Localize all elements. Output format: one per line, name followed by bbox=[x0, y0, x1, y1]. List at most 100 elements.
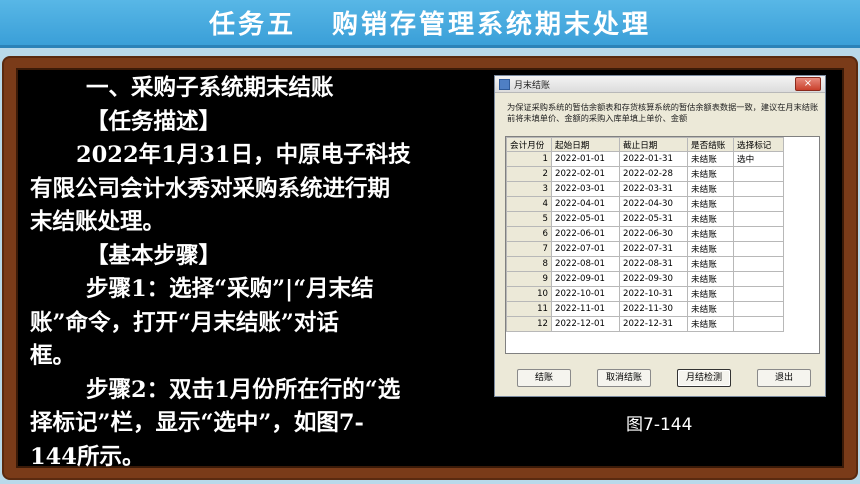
table-row[interactable]: 8 2022-08-01 2022-08-31 未结账 bbox=[506, 256, 784, 272]
cell-start-date[interactable]: 2022-03-01 bbox=[551, 181, 620, 197]
cell-month[interactable]: 6 bbox=[506, 226, 552, 242]
cell-select-mark[interactable]: 选中 bbox=[733, 151, 784, 167]
lesson-line: 账”命令，打开“月末结账”对话 bbox=[30, 309, 339, 336]
cell-select-mark[interactable] bbox=[733, 316, 784, 332]
table-row[interactable]: 2 2022-02-01 2022-02-28 未结账 bbox=[506, 166, 784, 182]
cell-closed-status[interactable]: 未结账 bbox=[687, 166, 734, 182]
table-row[interactable]: 1 2022-01-01 2022-01-31 未结账 选中 bbox=[506, 151, 784, 167]
cell-month[interactable]: 7 bbox=[506, 241, 552, 257]
cell-select-mark[interactable] bbox=[733, 211, 784, 227]
cell-select-mark[interactable] bbox=[733, 166, 784, 182]
cell-start-date[interactable]: 2022-02-01 bbox=[551, 166, 620, 182]
cell-start-date[interactable]: 2022-05-01 bbox=[551, 211, 620, 227]
cell-closed-status[interactable]: 未结账 bbox=[687, 256, 734, 272]
cell-select-mark[interactable] bbox=[733, 181, 784, 197]
cell-start-date[interactable]: 2022-08-01 bbox=[551, 256, 620, 272]
cell-month[interactable]: 11 bbox=[506, 301, 552, 317]
cell-end-date[interactable]: 2022-01-31 bbox=[619, 151, 688, 167]
cell-closed-status[interactable]: 未结账 bbox=[687, 286, 734, 302]
cell-closed-status[interactable]: 未结账 bbox=[687, 271, 734, 287]
lesson-line: 144所示。 bbox=[30, 443, 145, 470]
cell-select-mark[interactable] bbox=[733, 256, 784, 272]
cell-start-date[interactable]: 2022-11-01 bbox=[551, 301, 620, 317]
table-row[interactable]: 4 2022-04-01 2022-04-30 未结账 bbox=[506, 196, 784, 212]
close-icon[interactable]: × bbox=[795, 77, 821, 91]
dialog-note: 为保证采购系统的暂估余额表和存货核算系统的暂估余额表数据一致，建议在月末结账前将… bbox=[507, 102, 819, 123]
cell-end-date[interactable]: 2022-06-30 bbox=[619, 226, 688, 242]
cell-closed-status[interactable]: 未结账 bbox=[687, 181, 734, 197]
cell-select-mark[interactable] bbox=[733, 241, 784, 257]
cell-month[interactable]: 12 bbox=[506, 316, 552, 332]
cell-closed-status[interactable]: 未结账 bbox=[687, 301, 734, 317]
table-row[interactable]: 12 2022-12-01 2022-12-31 未结账 bbox=[506, 316, 784, 332]
cell-select-mark[interactable] bbox=[733, 196, 784, 212]
slide-title: 任务五 购销存管理系统期末处理 bbox=[191, 4, 669, 41]
column-header-month[interactable]: 会计月份 bbox=[506, 137, 552, 152]
table-row[interactable]: 3 2022-03-01 2022-03-31 未结账 bbox=[506, 181, 784, 197]
cell-end-date[interactable]: 2022-12-31 bbox=[619, 316, 688, 332]
table-row[interactable]: 11 2022-11-01 2022-11-30 未结账 bbox=[506, 301, 784, 317]
basic-steps-label: 【基本步骤】 bbox=[86, 242, 222, 269]
cell-closed-status[interactable]: 未结账 bbox=[687, 316, 734, 332]
cell-end-date[interactable]: 2022-05-31 bbox=[619, 211, 688, 227]
exit-button[interactable]: 退出 bbox=[757, 369, 811, 387]
cell-closed-status[interactable]: 未结账 bbox=[687, 226, 734, 242]
task-description-label: 【任务描述】 bbox=[86, 108, 222, 135]
window-icon bbox=[499, 78, 510, 90]
cell-month[interactable]: 2 bbox=[506, 166, 552, 182]
figure-caption: 图7-144 bbox=[626, 415, 693, 435]
cell-start-date[interactable]: 2022-09-01 bbox=[551, 271, 620, 287]
cell-closed-status[interactable]: 未结账 bbox=[687, 241, 734, 257]
cell-end-date[interactable]: 2022-07-31 bbox=[619, 241, 688, 257]
cell-start-date[interactable]: 2022-06-01 bbox=[551, 226, 620, 242]
dialog-titlebar: 月末结账 bbox=[495, 76, 825, 93]
slide-title-task: 任务五 bbox=[208, 10, 296, 40]
cell-month[interactable]: 8 bbox=[506, 256, 552, 272]
cell-start-date[interactable]: 2022-07-01 bbox=[551, 241, 620, 257]
lesson-line: 末结账处理。 bbox=[30, 209, 166, 235]
cell-month[interactable]: 4 bbox=[506, 196, 552, 212]
lesson-line: 框。 bbox=[30, 343, 76, 369]
cell-month[interactable]: 1 bbox=[506, 151, 552, 167]
cell-start-date[interactable]: 2022-01-01 bbox=[551, 151, 620, 167]
cell-closed-status[interactable]: 未结账 bbox=[687, 211, 734, 227]
column-header-end-date[interactable]: 截止日期 bbox=[619, 137, 688, 152]
lesson-line: 有限公司会计水秀对采购系统进行期 bbox=[30, 175, 391, 202]
cell-closed-status[interactable]: 未结账 bbox=[687, 196, 734, 212]
lesson-line: 2022年1月31日，中原电子科技 bbox=[76, 142, 411, 168]
table-row[interactable]: 7 2022-07-01 2022-07-31 未结账 bbox=[506, 241, 784, 257]
table-row[interactable]: 6 2022-06-01 2022-06-30 未结账 bbox=[506, 226, 784, 242]
cell-select-mark[interactable] bbox=[733, 301, 784, 317]
cell-month[interactable]: 5 bbox=[506, 211, 552, 227]
cell-month[interactable]: 3 bbox=[506, 181, 552, 197]
cell-closed-status[interactable]: 未结账 bbox=[687, 151, 734, 167]
lesson-line: 步骤2：双击1月份所在行的“选 bbox=[86, 376, 401, 403]
cell-select-mark[interactable] bbox=[733, 271, 784, 287]
dialog-title: 月末结账 bbox=[514, 80, 551, 91]
close-period-button[interactable]: 结账 bbox=[517, 369, 571, 387]
closing-grid: 会计月份 起始日期 截止日期 是否结账 选择标记 1 2022-01-01 2022… bbox=[505, 136, 820, 354]
table-row[interactable]: 9 2022-09-01 2022-09-30 未结账 bbox=[506, 271, 784, 287]
cell-month[interactable]: 9 bbox=[506, 271, 552, 287]
table-row[interactable]: 5 2022-05-01 2022-05-31 未结账 bbox=[506, 211, 784, 227]
cell-end-date[interactable]: 2022-02-28 bbox=[619, 166, 688, 182]
cell-month[interactable]: 10 bbox=[506, 286, 552, 302]
cell-start-date[interactable]: 2022-04-01 bbox=[551, 196, 620, 212]
month-end-check-button[interactable]: 月结检测 bbox=[677, 369, 731, 387]
column-header-closed[interactable]: 是否结账 bbox=[687, 137, 734, 152]
cell-end-date[interactable]: 2022-10-31 bbox=[619, 286, 688, 302]
cell-end-date[interactable]: 2022-11-30 bbox=[619, 301, 688, 317]
cell-select-mark[interactable] bbox=[733, 226, 784, 242]
cancel-closing-button[interactable]: 取消结账 bbox=[597, 369, 651, 387]
cell-start-date[interactable]: 2022-10-01 bbox=[551, 286, 620, 302]
table-row[interactable]: 10 2022-10-01 2022-10-31 未结账 bbox=[506, 286, 784, 302]
cell-select-mark[interactable] bbox=[733, 286, 784, 302]
column-header-start-date[interactable]: 起始日期 bbox=[551, 137, 620, 152]
cell-end-date[interactable]: 2022-09-30 bbox=[619, 271, 688, 287]
cell-start-date[interactable]: 2022-12-01 bbox=[551, 316, 620, 332]
column-header-select-mark[interactable]: 选择标记 bbox=[733, 137, 784, 152]
cell-end-date[interactable]: 2022-04-30 bbox=[619, 196, 688, 212]
cell-end-date[interactable]: 2022-03-31 bbox=[619, 181, 688, 197]
empty-cell bbox=[507, 332, 552, 347]
cell-end-date[interactable]: 2022-08-31 bbox=[619, 256, 688, 272]
